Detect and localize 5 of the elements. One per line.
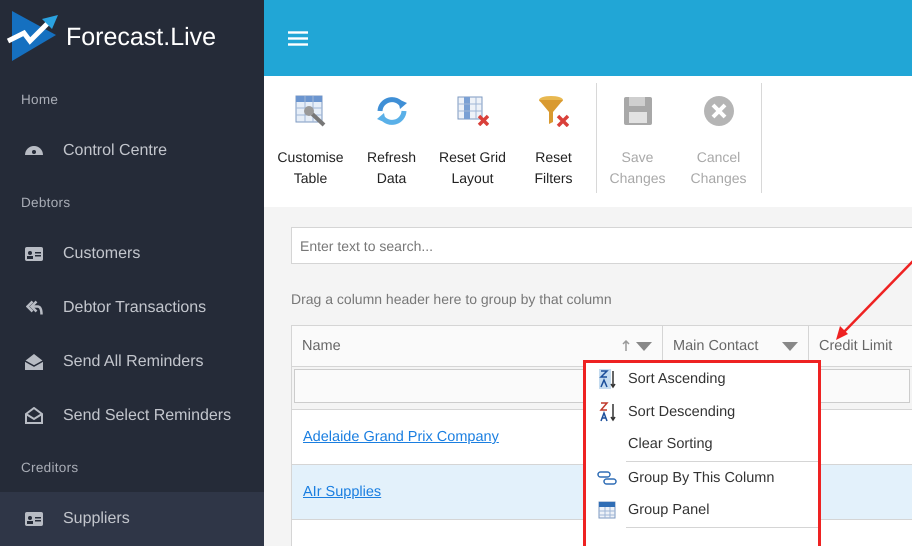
section-heading: Home [20, 90, 60, 109]
group-panel-hint: Drag a column header here to group by that column [291, 291, 613, 307]
section-heading: Creditors [20, 458, 80, 477]
section-heading: Debtors [20, 194, 72, 212]
logo-text: Forecast.Live [66, 22, 216, 52]
